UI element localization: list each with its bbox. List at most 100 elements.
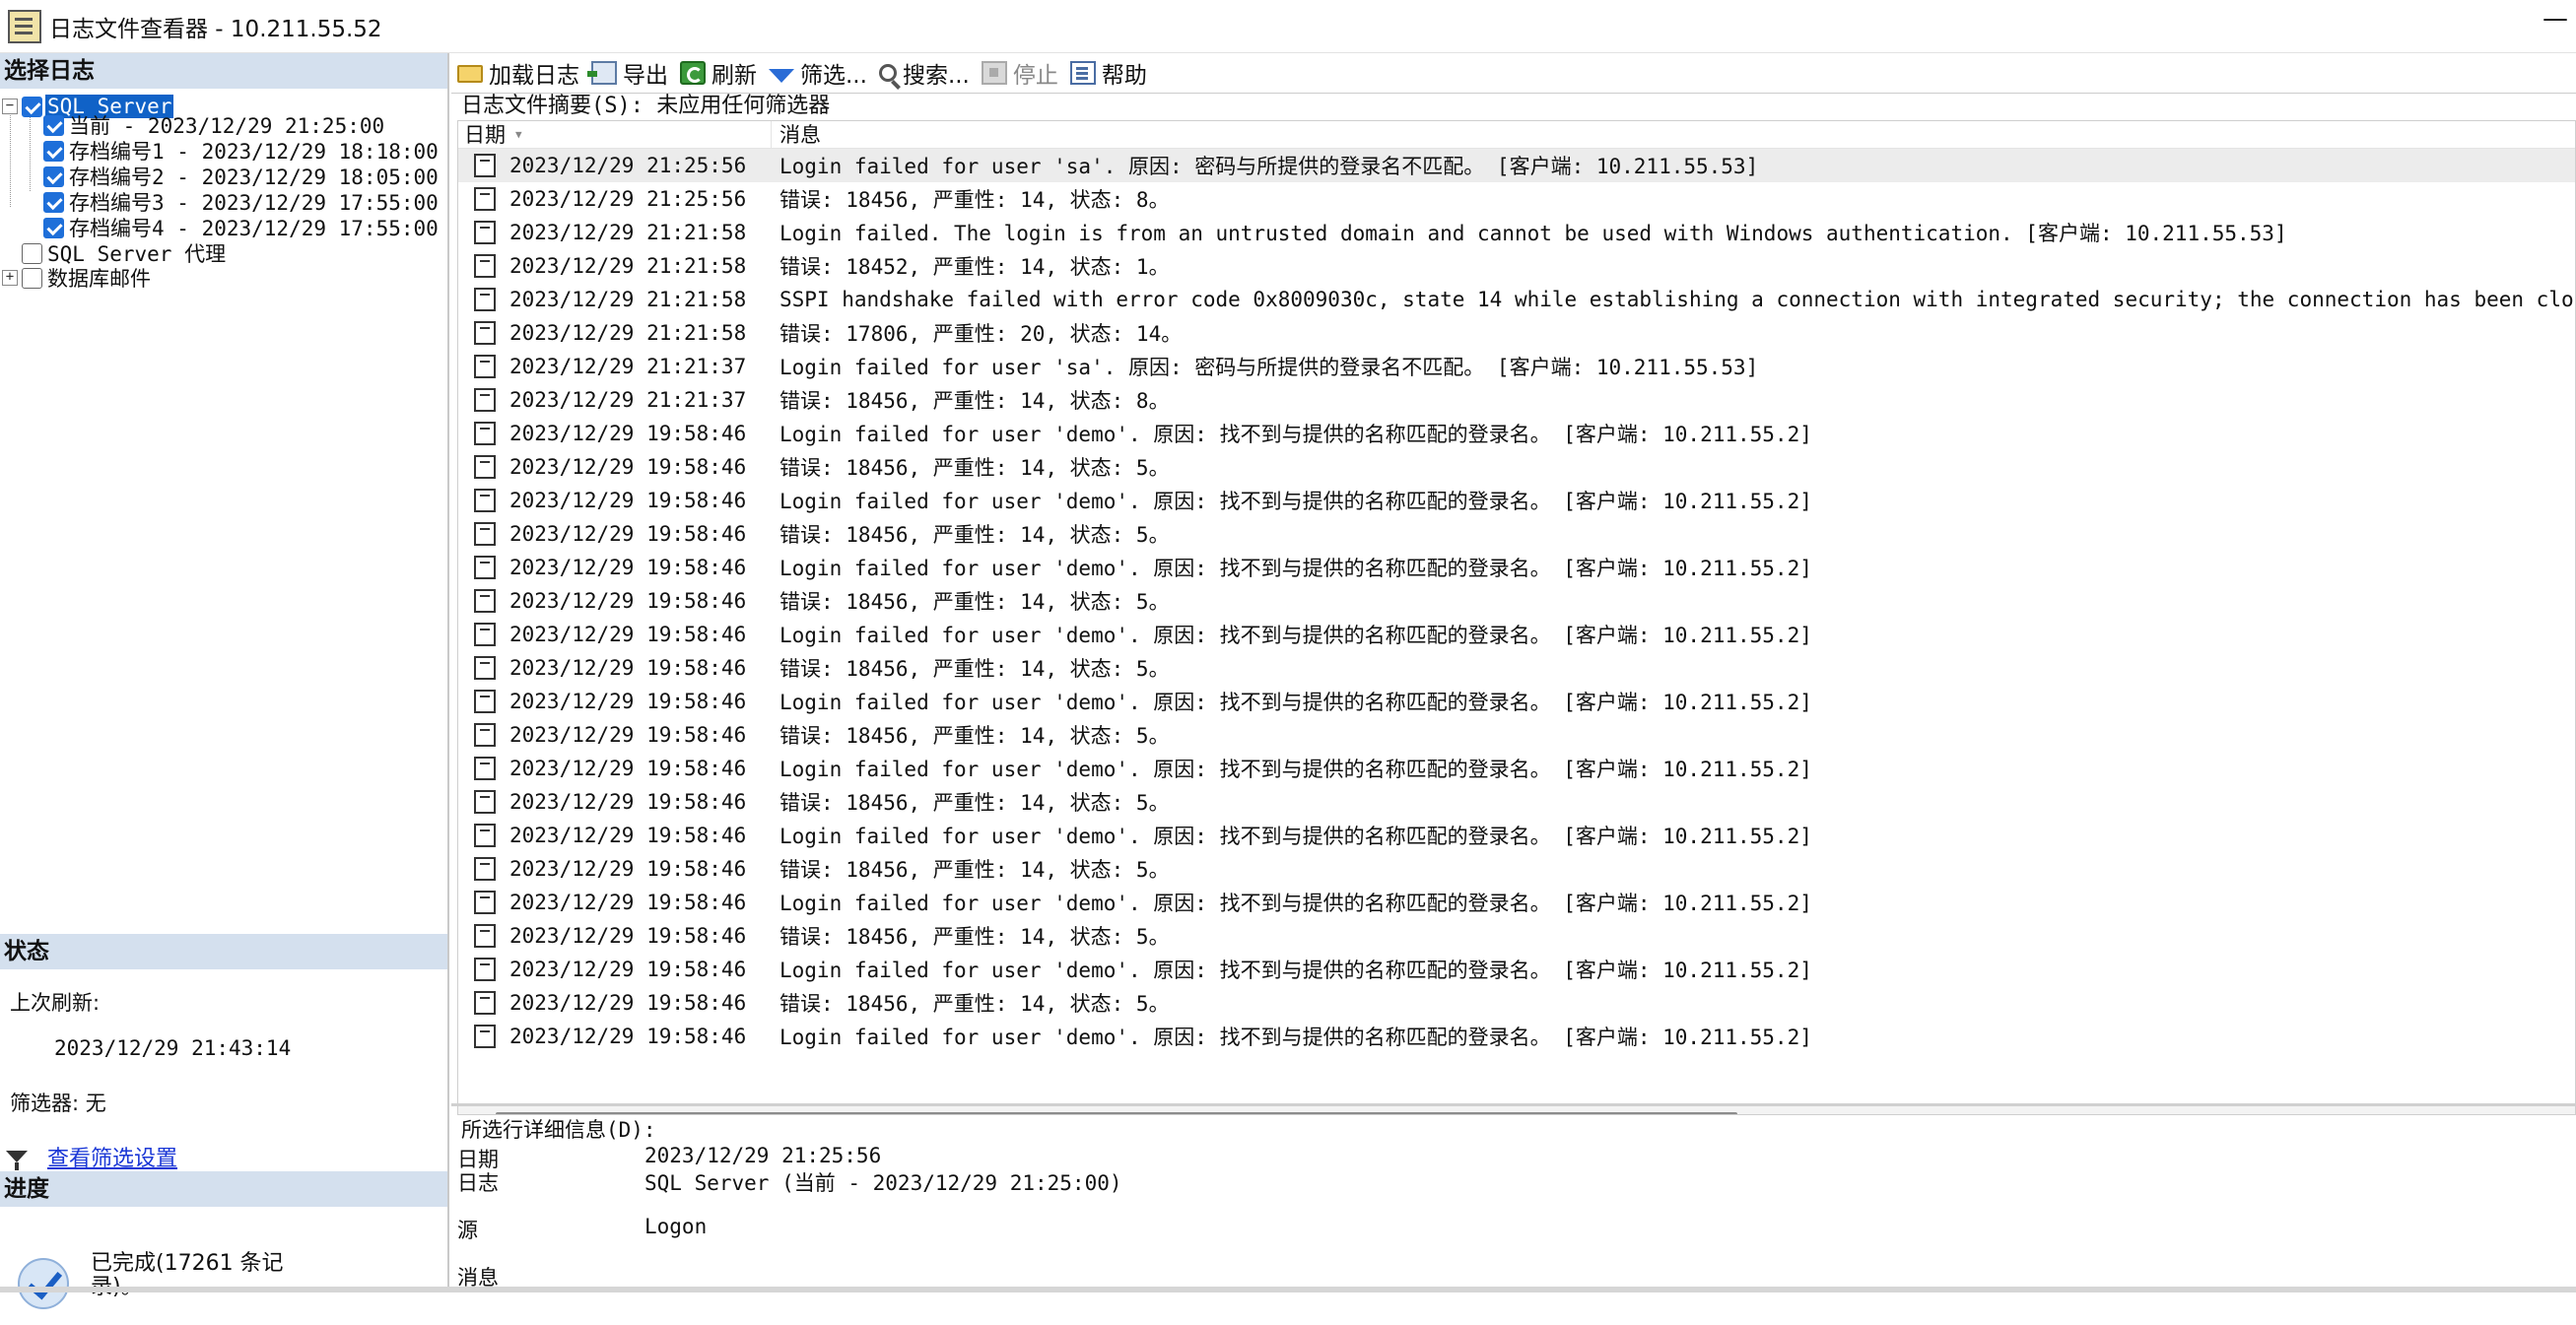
minimize-button[interactable]: — [2541,6,2570,35]
log-row[interactable]: 2023/12/29 19:58:46 错误: 18456, 严重性: 14, 状… [458,450,2575,484]
row-date: 2023/12/29 19:58:46 [509,623,747,646]
log-row[interactable]: 2023/12/29 19:58:46 Login failed for user… [458,953,2575,986]
log-row[interactable]: 2023/12/29 21:21:58 SSPI handshake failed… [458,283,2575,316]
row-date: 2023/12/29 19:58:46 [509,891,747,914]
last-refresh-value: 2023/12/29 21:43:14 [54,1036,292,1060]
log-entry-icon [474,522,496,546]
row-message: 错误: 18456, 严重性: 14, 状态: 5。 [780,858,1170,882]
log-row[interactable]: 2023/12/29 19:58:46 Login failed for user… [458,685,2575,718]
row-date: 2023/12/29 19:58:46 [509,556,747,579]
log-entry-icon [474,723,496,747]
log-row[interactable]: 2023/12/29 19:58:46 错误: 18456, 严重性: 14, 状… [458,718,2575,752]
tree-node-current[interactable]: 当前 - 2023/12/29 21:25:00 [43,112,386,138]
row-date: 2023/12/29 21:21:58 [509,288,747,311]
detail-source-value: Logon [644,1215,708,1238]
log-entry-icon [474,1025,496,1048]
log-row[interactable]: 2023/12/29 19:58:46 错误: 18456, 严重性: 14, 状… [458,852,2575,886]
log-row[interactable]: 2023/12/29 19:58:46 Login failed for user… [458,752,2575,785]
right-panel: 加载日志 导出 刷新 筛选... 搜索... 停止 帮助 日志文件摘要(S): … [451,53,2576,1292]
log-entry-icon [474,757,496,780]
current-log-checkbox[interactable] [43,114,64,136]
expand-toggle[interactable]: + [2,270,18,286]
log-entry-icon [474,589,496,613]
export-button[interactable]: 导出 [587,56,668,90]
row-date: 2023/12/29 19:58:46 [509,422,747,445]
log-entry-icon [474,790,496,814]
archive4-checkbox[interactable] [43,217,64,238]
row-date: 2023/12/29 19:58:46 [509,589,747,613]
row-message: Login failed. The login is from an untru… [780,222,2287,245]
log-row[interactable]: 2023/12/29 19:58:46 错误: 18456, 严重性: 14, 状… [458,517,2575,551]
tree-node-archive3[interactable]: 存档编号3 - 2023/12/29 17:55:00 [43,189,441,215]
help-button[interactable]: 帮助 [1069,56,1147,90]
grid-rows: 2023/12/29 21:25:56 Login failed for user… [458,149,2575,1053]
log-row[interactable]: 2023/12/29 21:21:58 错误: 18452, 严重性: 14, 状… [458,249,2575,283]
log-entry-icon [474,489,496,512]
log-row[interactable]: 2023/12/29 19:58:46 Login failed for user… [458,551,2575,584]
left-panel: 选择日志 − SQL Server 当前 - 2023/12/29 21:25:… [0,53,449,1309]
row-date: 2023/12/29 19:58:46 [509,690,747,713]
row-date: 2023/12/29 19:58:46 [509,1025,747,1048]
export-icon [587,61,617,85]
log-row[interactable]: 2023/12/29 19:58:46 Login failed for user… [458,1020,2575,1053]
log-entry-icon [474,221,496,244]
log-row[interactable]: 2023/12/29 21:25:56 Login failed for user… [458,149,2575,182]
row-message: 错误: 18456, 严重性: 14, 状态: 5。 [780,657,1170,681]
log-row[interactable]: 2023/12/29 19:58:46 错误: 18456, 严重性: 14, 状… [458,651,2575,685]
refresh-button[interactable]: 刷新 [680,56,757,90]
row-date: 2023/12/29 19:58:46 [509,489,747,512]
log-row[interactable]: 2023/12/29 21:21:37 Login failed for user… [458,350,2575,383]
row-message: 错误: 18456, 严重性: 14, 状态: 8。 [780,389,1170,413]
tree-node-dbmail[interactable]: + 数据库邮件 [2,265,153,291]
agent-checkbox[interactable] [22,242,42,264]
archive1-checkbox[interactable] [43,140,64,162]
archive2-checkbox[interactable] [43,166,64,187]
window-title: 日志文件查看器 - 10.211.55.52 [49,16,382,42]
dbmail-checkbox[interactable] [22,267,42,289]
tree-node-archive2[interactable]: 存档编号2 - 2023/12/29 18:05:00 [43,164,441,189]
row-message: Login failed for user 'sa'. 原因: 密码与所提供的登… [780,155,1759,178]
last-refresh-label: 上次刷新: [10,991,101,1015]
log-row[interactable]: 2023/12/29 21:21:58 错误: 17806, 严重性: 20, 状… [458,316,2575,350]
sql-server-checkbox[interactable] [22,96,42,117]
log-entry-icon [474,924,496,948]
stop-button[interactable]: 停止 [981,56,1058,90]
log-entry-icon [474,690,496,713]
tree-label-dbmail[interactable]: 数据库邮件 [45,263,153,293]
funnel-icon [6,1151,28,1170]
tree-node-archive4[interactable]: 存档编号4 - 2023/12/29 17:55:00 [43,215,441,240]
log-row[interactable]: 2023/12/29 19:58:46 Login failed for user… [458,484,2575,517]
view-filter-settings-link[interactable]: 查看筛选设置 [47,1141,177,1172]
log-entry-icon [474,623,496,646]
row-message: Login failed for user 'demo'. 原因: 找不到与提供… [780,624,1812,647]
log-row[interactable]: 2023/12/29 19:58:46 Login failed for user… [458,417,2575,450]
search-icon [878,64,897,82]
filter-link-row: 查看筛选设置 [6,1141,177,1172]
log-row[interactable]: 2023/12/29 19:58:46 Login failed for user… [458,618,2575,651]
row-date: 2023/12/29 19:58:46 [509,924,747,948]
column-header-message[interactable]: 消息 [772,121,821,148]
column-header-date[interactable]: 日期 ▼ [458,121,772,148]
row-message: 错误: 17806, 严重性: 20, 状态: 14。 [780,322,1183,346]
log-row[interactable]: 2023/12/29 19:58:46 错误: 18456, 严重性: 14, 状… [458,584,2575,618]
detail-log-value: SQL Server (当前 - 2023/12/29 21:25:00) [644,1171,1122,1195]
filter-button[interactable]: 筛选... [769,56,867,90]
collapse-toggle[interactable]: − [2,99,18,114]
log-entry-icon [474,388,496,412]
log-row[interactable]: 2023/12/29 19:58:46 Login failed for user… [458,886,2575,919]
load-log-button[interactable]: 加载日志 [457,56,579,90]
log-row[interactable]: 2023/12/29 19:58:46 错误: 18456, 严重性: 14, 状… [458,785,2575,819]
tree-node-archive1[interactable]: 存档编号1 - 2023/12/29 18:18:00 [43,138,441,164]
archive3-checkbox[interactable] [43,191,64,213]
tree-connector [10,110,11,207]
log-grid[interactable]: 日期 ▼ 消息 2023/12/29 21:25:56 Login failed f… [457,120,2576,1115]
folder-open-icon [457,65,483,83]
search-button[interactable]: 搜索... [878,56,970,90]
log-row[interactable]: 2023/12/29 21:25:56 错误: 18456, 严重性: 14, 状… [458,182,2575,216]
log-row[interactable]: 2023/12/29 21:21:37 错误: 18456, 严重性: 14, 状… [458,383,2575,417]
log-row[interactable]: 2023/12/29 19:58:46 Login failed for user… [458,819,2575,852]
log-row[interactable]: 2023/12/29 19:58:46 错误: 18456, 严重性: 14, 状… [458,919,2575,953]
log-row[interactable]: 2023/12/29 19:58:46 错误: 18456, 严重性: 14, 状… [458,986,2575,1020]
log-row[interactable]: 2023/12/29 21:21:58 Login failed. The log… [458,216,2575,249]
filter-label: 筛选... [800,63,867,89]
